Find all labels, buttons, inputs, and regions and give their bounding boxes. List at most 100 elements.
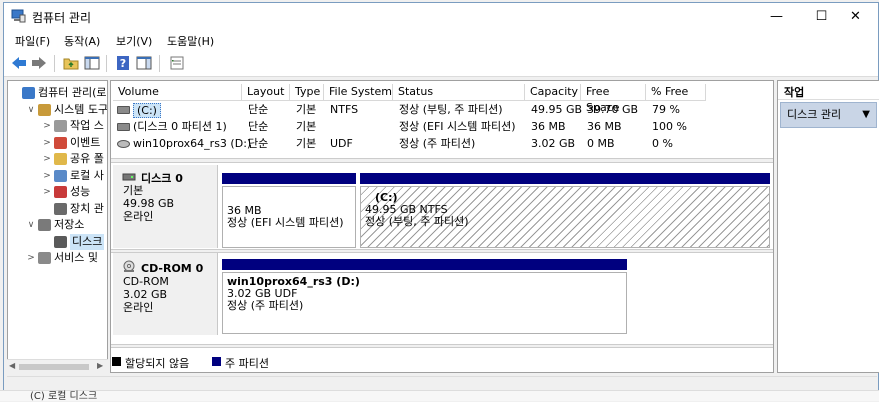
tree-item[interactable]: 디스크 [8, 233, 107, 250]
partition-efi-body: 36 MB 정상 (EFI 시스템 파티션) [222, 186, 356, 248]
expand-arrow-icon[interactable]: > [42, 168, 52, 184]
table-cell: 단순 [248, 137, 269, 150]
back-arrow-icon[interactable] [10, 54, 28, 72]
table-cell: (C:) [133, 103, 161, 118]
tree-item[interactable]: ∨ 저장소 [8, 217, 107, 233]
table-cell: 0 MB [587, 137, 615, 150]
disk-management-pane: Volume Layout Type File System Status Capacit… [110, 80, 774, 373]
chevron-down-icon[interactable]: ▼ [862, 103, 870, 127]
cdrom-0-state: 온라인 [123, 301, 154, 314]
column-header[interactable]: Capacity [525, 84, 581, 101]
table-cell: win10prox64_rs3 (D:) [133, 137, 252, 150]
table-cell: 36 MB [531, 120, 566, 133]
legend-unallocated-swatch [112, 357, 121, 366]
table-cell: 단순 [248, 120, 269, 133]
hard-disk-icon [122, 173, 136, 181]
disk-0-state: 온라인 [123, 210, 154, 223]
volume-icon [117, 123, 130, 131]
minimize-icon: — [770, 9, 783, 24]
column-header[interactable]: % Free [646, 84, 706, 101]
tree-item-label: 장치 관 [70, 201, 104, 215]
forward-arrow-icon[interactable] [30, 54, 48, 72]
partition-primary-bar [222, 173, 356, 184]
expand-arrow-icon[interactable]: > [42, 184, 52, 200]
svg-text:?: ? [120, 57, 126, 70]
menu-action[interactable]: 동작(A) [64, 33, 100, 49]
pane-splitter[interactable] [111, 158, 773, 163]
expand-arrow-icon[interactable]: > [42, 135, 52, 151]
disk-0-label[interactable]: 디스크 0 기본 49.98 GB 온라인 [113, 165, 218, 248]
expand-arrow-icon[interactable]: > [42, 118, 52, 134]
scroll-right-icon[interactable]: ▶ [97, 361, 103, 370]
partition-c-status: 정상 (부팅, 주 파티션) [365, 215, 469, 228]
partition-efi[interactable]: 36 MB 정상 (EFI 시스템 파티션) [222, 173, 358, 249]
tree-item[interactable]: > 이벤트 [8, 135, 107, 151]
menu-help[interactable]: 도움말(H) [167, 33, 214, 49]
tree-item[interactable]: 컴퓨터 관리(로 [8, 85, 107, 101]
expand-arrow-icon[interactable]: > [42, 151, 52, 167]
actions-header: 작업 [778, 81, 879, 100]
local-users-icon [54, 169, 67, 182]
table-cell: 36 MB [587, 120, 622, 133]
tree-item[interactable]: > 성능 [8, 184, 107, 200]
show-hide-tree-icon[interactable] [83, 54, 101, 72]
table-cell: 39.70 GB [587, 103, 639, 116]
table-cell: NTFS [330, 103, 359, 116]
close-button[interactable]: ✕ [833, 3, 878, 30]
tree-item-label: 시스템 도구 [54, 102, 108, 116]
table-cell: 3.02 GB [531, 137, 576, 150]
collapse-arrow-icon[interactable]: ∨ [26, 217, 36, 233]
table-cell: 정상 (EFI 시스템 파티션) [399, 120, 516, 133]
view-pane-icon[interactable] [135, 54, 153, 72]
cdrom-0-name: CD-ROM 0 [141, 262, 204, 275]
tree-item[interactable]: > 공유 폴 [8, 151, 107, 167]
tree-item[interactable]: > 작업 스 [8, 118, 107, 134]
computer-management-icon [11, 9, 26, 23]
partition-d-status: 정상 (주 파티션) [227, 299, 304, 312]
column-header[interactable]: Type [290, 84, 324, 101]
title-bar[interactable]: 컴퓨터 관리 — ☐ ✕ [4, 3, 878, 30]
menu-view[interactable]: 보기(V) [116, 33, 152, 49]
column-header[interactable]: Volume [113, 84, 242, 101]
scroll-left-icon[interactable]: ◀ [9, 361, 15, 370]
toolbar-separator [54, 55, 55, 72]
table-cell: 기본 [296, 103, 317, 116]
tree-item-label: 공유 폴 [70, 152, 104, 165]
system-tools-icon [38, 103, 51, 116]
cdrom-0-label[interactable]: CD-ROM 0 CD-ROM 3.02 GB 온라인 [113, 253, 218, 335]
navigation-tree[interactable]: 컴퓨터 관리(로 ∨ 시스템 도구 > 작업 스 > 이벤트 > 공유 폴 > 로컬 사 > 성능 장치 … [7, 80, 108, 373]
actions-disk-management[interactable]: 디스크 관리 ▼ [780, 102, 877, 128]
tree-item-label: 성능 [70, 185, 91, 198]
collapse-arrow-icon[interactable]: ∨ [26, 102, 36, 118]
partition-c[interactable]: (C:) 49.95 GB NTFS 정상 (부팅, 주 파티션) [360, 173, 770, 249]
minimize-button[interactable]: — [754, 3, 799, 30]
partition-d[interactable]: win10prox64_rs3 (D:) 3.02 GB UDF 정상 (주 파… [222, 259, 627, 335]
maximize-icon: ☐ [815, 9, 828, 24]
actions-item-label: 디스크 관리 [787, 108, 842, 121]
legend: 할당되지 않음 주 파티션 [112, 352, 772, 372]
scroll-thumb[interactable] [19, 364, 89, 370]
table-row[interactable]: win10prox64_rs3 (D:) 단순 기본 UDF 정상 (주 파티션) 3.0… [113, 136, 773, 152]
up-folder-icon[interactable] [62, 54, 80, 72]
column-header[interactable]: Layout [242, 84, 290, 101]
help-icon[interactable]: ? [114, 54, 132, 72]
expand-arrow-icon[interactable]: > [26, 250, 36, 266]
window-title: 컴퓨터 관리 [32, 11, 92, 25]
table-row[interactable]: (디스크 0 파티션 1) 단순 기본 정상 (EFI 시스템 파티션) 36 MB 36… [113, 119, 773, 135]
tree-item[interactable]: > 로컬 사 [8, 168, 107, 184]
column-header[interactable]: File System [324, 84, 393, 101]
tree-item[interactable]: 장치 관 [8, 201, 107, 217]
tree-item[interactable]: ∨ 시스템 도구 [8, 102, 108, 118]
column-header[interactable]: Status [393, 84, 525, 101]
background-window-text: (C) 로컬 디스크 [0, 390, 879, 402]
tree-item[interactable]: > 서비스 및 [8, 250, 107, 266]
cdrom-0-info: CD-ROM 3.02 GB 온라인 [123, 275, 169, 314]
menu-file[interactable]: 파일(F) [15, 33, 50, 49]
properties-icon[interactable] [168, 54, 186, 72]
legend-unallocated-label: 할당되지 않음 [125, 357, 190, 370]
table-cell: 100 % [652, 120, 687, 133]
column-header[interactable]: Free Space [581, 84, 646, 114]
table-cell: 79 % [652, 103, 680, 116]
tree-horizontal-scrollbar[interactable]: ◀ ▶ [7, 359, 108, 373]
table-row[interactable]: (C:) 단순 기본 NTFS 정상 (부팅, 주 파티션) 49.95 GB 39.70 … [113, 102, 773, 118]
